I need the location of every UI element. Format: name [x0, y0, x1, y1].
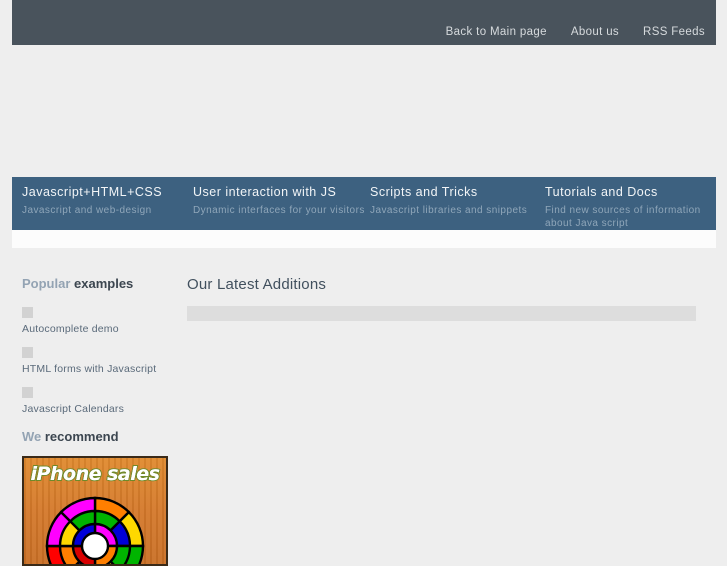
nav-category-title: Tutorials and Docs: [545, 185, 658, 199]
nav-underline-strip: [12, 230, 716, 248]
we-recommend-heading-rest: recommend: [41, 429, 119, 444]
sidebar-item-autocomplete-demo[interactable]: Autocomplete demo: [22, 323, 172, 335]
popular-examples-heading-first-word: Popular: [22, 276, 71, 291]
sidebar-item-javascript-calendars[interactable]: Javascript Calendars: [22, 403, 172, 415]
nav-category-scripts-and-tricks[interactable]: Scripts and Tricks Javascript libraries …: [370, 185, 542, 217]
about-us-link[interactable]: About us: [571, 26, 619, 38]
nav-category-title: Javascript+HTML+CSS: [22, 185, 163, 199]
square-bullet-icon: [22, 387, 33, 398]
content-placeholder-bar: [187, 306, 696, 321]
nav-category-title: Scripts and Tricks: [370, 185, 478, 199]
list-item[interactable]: Javascript Calendars: [22, 387, 172, 415]
main-navigation-bar: Javascript+HTML+CSS Javascript and web-d…: [12, 177, 716, 230]
color-wheel-icon: [45, 496, 145, 564]
nav-category-subtitle: Javascript libraries and snippets: [370, 205, 528, 216]
we-recommend-heading: We recommend: [22, 429, 172, 444]
page-title: Our Latest Additions: [187, 276, 327, 293]
square-bullet-icon: [22, 347, 33, 358]
promo-banner-title: iPhone sales: [30, 462, 161, 486]
square-bullet-icon: [22, 307, 33, 318]
site-header: Back to Main page About us RSS Feeds: [12, 0, 716, 45]
nav-category-tutorials-and-docs[interactable]: Tutorials and Docs Find new sources of i…: [545, 185, 715, 230]
header-nav: Back to Main page About us RSS Feeds: [446, 26, 705, 38]
we-recommend-heading-first-word: We: [22, 429, 42, 444]
sidebar-item-html-forms[interactable]: HTML forms with Javascript: [22, 363, 172, 375]
nav-category-subtitle: Dynamic interfaces for your visitors: [193, 205, 365, 216]
nav-category-subtitle: Javascript and web-design: [22, 205, 152, 216]
sidebar: Popular examples Autocomplete demo HTML …: [22, 276, 172, 566]
rss-feeds-link[interactable]: RSS Feeds: [643, 26, 705, 38]
nav-category-subtitle: Find new sources of information about Ja…: [545, 205, 701, 229]
nav-category-title: User interaction with JS: [193, 185, 337, 199]
popular-examples-heading-rest: examples: [70, 276, 134, 291]
popular-examples-heading: Popular examples: [22, 276, 172, 291]
back-to-main-page-link[interactable]: Back to Main page: [446, 26, 547, 38]
nav-category-javascript-html-css[interactable]: Javascript+HTML+CSS Javascript and web-d…: [22, 185, 197, 217]
page-content: Popular examples Autocomplete demo HTML …: [0, 248, 727, 566]
promo-banner-iphone-sales[interactable]: iPhone sales: [22, 456, 168, 566]
nav-category-user-interaction[interactable]: User interaction with JS Dynamic interfa…: [193, 185, 365, 217]
main-column: Our Latest Additions: [187, 276, 697, 321]
list-item[interactable]: HTML forms with Javascript: [22, 347, 172, 375]
header-banner-area: [12, 45, 716, 177]
list-item[interactable]: Autocomplete demo: [22, 307, 172, 335]
